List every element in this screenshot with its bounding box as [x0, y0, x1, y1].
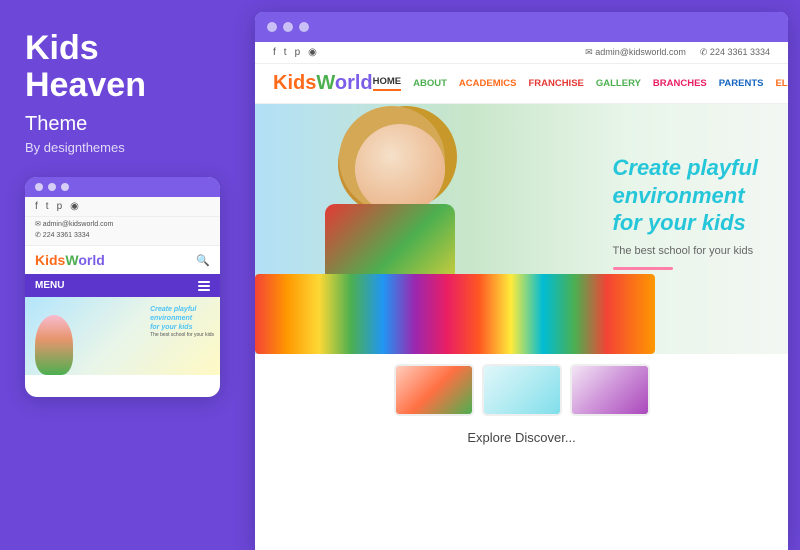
mobile-chrome-bar — [25, 177, 220, 197]
browser-dot-1 — [267, 22, 277, 32]
mobile-menu-label[interactable]: MENU — [35, 280, 64, 291]
logo-world: orld — [335, 72, 373, 94]
hero-lego-pile — [255, 274, 655, 354]
nav-home[interactable]: HOME — [373, 76, 402, 91]
section-title: Explore Discover... — [255, 422, 788, 449]
theme-subtitle: Theme — [25, 113, 230, 136]
mobile-dot-2 — [48, 183, 56, 191]
mobile-contact-bar: ✉ admin@kidsworld.com ✆ 224 3361 3334 — [25, 217, 220, 246]
nav-gallery[interactable]: GALLERY — [596, 78, 641, 89]
nav-elements[interactable]: ELEMENTS — [775, 78, 788, 89]
thumbnail-1[interactable] — [394, 364, 474, 416]
mobile-phone: ✆ 224 3361 3334 — [35, 230, 210, 241]
browser-chrome — [255, 12, 788, 42]
browser-dot-3 — [299, 22, 309, 32]
thumbnail-3[interactable] — [570, 364, 650, 416]
site-topbar: f t p ◉ ✉ admin@kidsworld.com ✆ 224 3361… — [255, 42, 788, 64]
mobile-email: ✉ admin@kidsworld.com — [35, 219, 210, 230]
mobile-hero: Create playfulenvironmentfor your kids T… — [25, 297, 220, 375]
left-panel: KidsHeaven Theme By designthemes f t p ◉… — [0, 0, 255, 550]
mobile-menu-bar: MENU — [25, 274, 220, 297]
site-topbar-social: f t p ◉ — [273, 47, 317, 58]
mobile-logo-w: W — [65, 252, 78, 268]
mobile-hero-subtext: The best school for your kids — [150, 332, 214, 338]
theme-title: KidsHeaven — [25, 30, 230, 105]
hamburger-line-3 — [198, 289, 210, 291]
hero-tagline: Create playfulenvironmentfor your kids — [613, 154, 759, 237]
site-email: ✉ admin@kidsworld.com — [585, 47, 686, 58]
thumbnail-strip — [255, 354, 788, 422]
fb-icon[interactable]: f — [273, 47, 276, 58]
browser-panel: f t p ◉ ✉ admin@kidsworld.com ✆ 224 3361… — [255, 12, 788, 550]
mobile-dot-1 — [35, 183, 43, 191]
twitter-icon[interactable]: t — [46, 201, 49, 212]
browser-dot-2 — [283, 22, 293, 32]
mobile-hero-text: Create playfulenvironmentfor your kids T… — [150, 305, 214, 338]
mobile-logo: KidsWorld — [35, 252, 105, 268]
facebook-icon[interactable]: f — [35, 201, 38, 212]
thumbnail-2[interactable] — [482, 364, 562, 416]
nav-branches[interactable]: BRANCHES — [653, 78, 707, 89]
hamburger-icon[interactable] — [198, 281, 210, 291]
logo-w: W — [316, 72, 335, 94]
site-nav-links: HOME ABOUT ACADEMICS FRANCHISE GALLERY B… — [373, 76, 788, 91]
mobile-logo-bar: KidsWorld 🔍 — [25, 246, 220, 274]
mobile-hero-bg: Create playfulenvironmentfor your kids T… — [25, 297, 220, 375]
mobile-hero-tagline: Create playfulenvironmentfor your kids — [150, 305, 214, 332]
hamburger-line-2 — [198, 285, 210, 287]
site-nav: KidsWorld HOME ABOUT ACADEMICS FRANCHISE… — [255, 64, 788, 104]
mobile-hero-child-figure — [35, 315, 73, 375]
instagram-icon[interactable]: ◉ — [70, 201, 79, 212]
nav-academics[interactable]: ACADEMICS — [459, 78, 517, 89]
hero-text-block: Create playfulenvironmentfor your kids T… — [613, 154, 759, 270]
mobile-logo-kids: Kids — [35, 252, 65, 268]
hamburger-line-1 — [198, 281, 210, 283]
hero-child-figure — [255, 104, 625, 354]
mobile-social-bar: f t p ◉ — [25, 197, 220, 217]
hero-child-head — [355, 124, 445, 214]
mobile-search-icon[interactable]: 🔍 — [196, 254, 210, 267]
nav-about[interactable]: ABOUT — [413, 78, 447, 89]
theme-author: By designthemes — [25, 140, 230, 155]
logo-kids: Kids — [273, 72, 316, 94]
mobile-preview-card: f t p ◉ ✉ admin@kidsworld.com ✆ 224 3361… — [25, 177, 220, 397]
site-logo: KidsWorld — [273, 72, 373, 95]
mobile-logo-world: orld — [78, 252, 104, 268]
nav-franchise[interactable]: FRANCHISE — [528, 78, 583, 89]
site-phone: ✆ 224 3361 3334 — [700, 47, 770, 58]
browser-content: f t p ◉ ✉ admin@kidsworld.com ✆ 224 3361… — [255, 42, 788, 550]
pt-icon[interactable]: p — [295, 47, 301, 58]
hero-cta-line — [613, 267, 673, 270]
nav-parents[interactable]: PARENTS — [719, 78, 764, 89]
ig-icon[interactable]: ◉ — [308, 47, 317, 58]
site-hero: Create playfulenvironmentfor your kids T… — [255, 104, 788, 354]
hero-subtext: The best school for your kids — [613, 245, 759, 257]
pinterest-icon[interactable]: p — [57, 201, 63, 212]
tw-icon[interactable]: t — [284, 47, 287, 58]
site-topbar-contact: ✉ admin@kidsworld.com ✆ 224 3361 3334 — [585, 47, 770, 58]
mobile-dot-3 — [61, 183, 69, 191]
